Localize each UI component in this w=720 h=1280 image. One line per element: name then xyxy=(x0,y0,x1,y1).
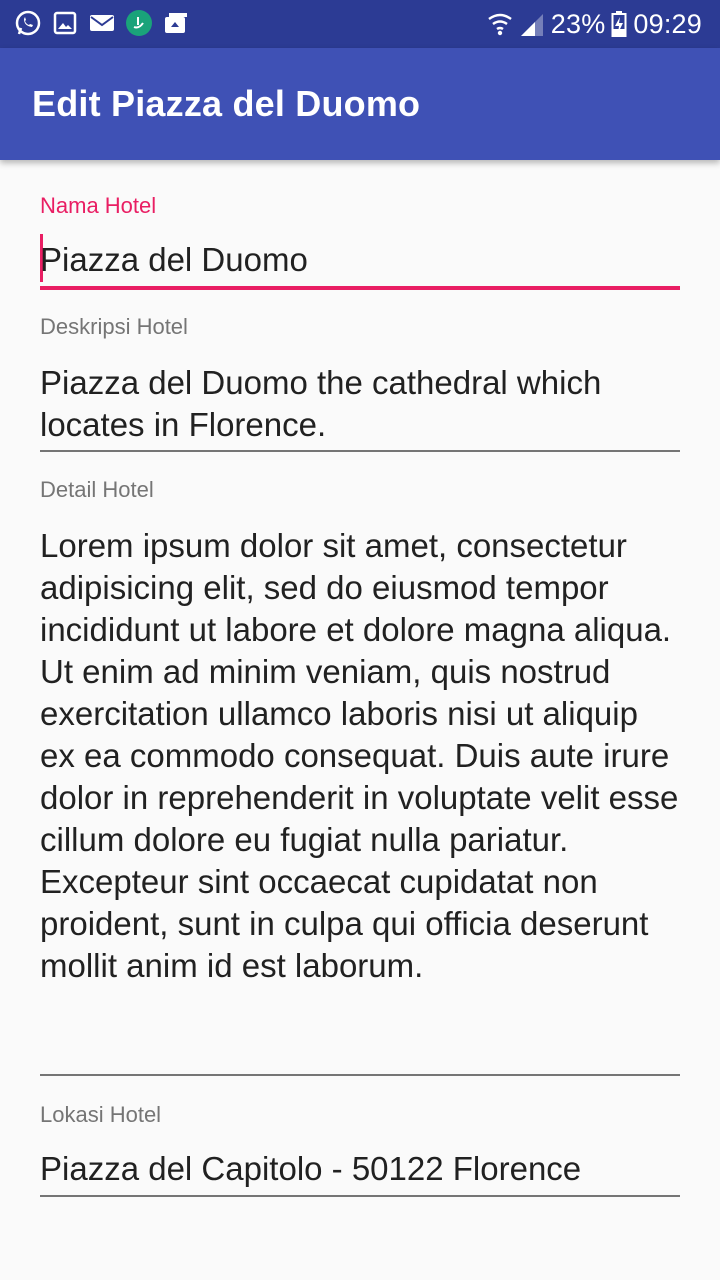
lokasi-hotel-field[interactable]: Lokasi Hotel Piazza del Capitolo - 50122… xyxy=(40,1100,680,1200)
status-bar: 23% 09:29 xyxy=(0,0,720,48)
system-status: 23% 09:29 xyxy=(487,6,702,42)
wifi-icon xyxy=(487,10,513,38)
detail-hotel-input[interactable]: Lorem ipsum dolor sit amet, consectetur … xyxy=(40,525,680,987)
whatsapp-icon xyxy=(14,9,42,37)
deskripsi-hotel-underline xyxy=(40,450,680,452)
notification-icons xyxy=(14,9,190,37)
battery-charging-icon xyxy=(611,10,627,38)
clock: 09:29 xyxy=(633,8,702,39)
detail-hotel-field[interactable]: Detail Hotel Lorem ipsum dolor sit amet,… xyxy=(40,475,680,1078)
page-title: Edit Piazza del Duomo xyxy=(32,83,421,124)
mail-icon xyxy=(88,9,116,37)
nama-hotel-input[interactable]: Piazza del Duomo xyxy=(40,239,680,281)
signal-icon xyxy=(519,10,545,38)
nama-hotel-underline xyxy=(40,286,680,290)
app-badge-icon xyxy=(125,9,153,37)
deskripsi-hotel-input[interactable]: Piazza del Duomo the cathedral which loc… xyxy=(40,362,680,446)
deskripsi-hotel-label: Deskripsi Hotel xyxy=(40,314,188,339)
photo-share-icon xyxy=(162,9,190,37)
nama-hotel-field[interactable]: Nama Hotel Piazza del Duomo xyxy=(40,160,680,292)
gallery-icon xyxy=(51,9,79,37)
deskripsi-hotel-field[interactable]: Deskripsi Hotel Piazza del Duomo the cat… xyxy=(40,312,680,452)
lokasi-hotel-label: Lokasi Hotel xyxy=(40,1102,162,1127)
lokasi-hotel-input[interactable]: Piazza del Capitolo - 50122 Florence xyxy=(40,1148,680,1190)
battery-percent: 23% xyxy=(550,8,606,39)
app-bar: Edit Piazza del Duomo xyxy=(0,48,720,160)
detail-hotel-label: Detail Hotel xyxy=(40,477,154,502)
lokasi-hotel-underline xyxy=(40,1195,680,1197)
detail-hotel-underline xyxy=(40,1074,680,1076)
nama-hotel-label: Nama Hotel xyxy=(40,193,157,218)
